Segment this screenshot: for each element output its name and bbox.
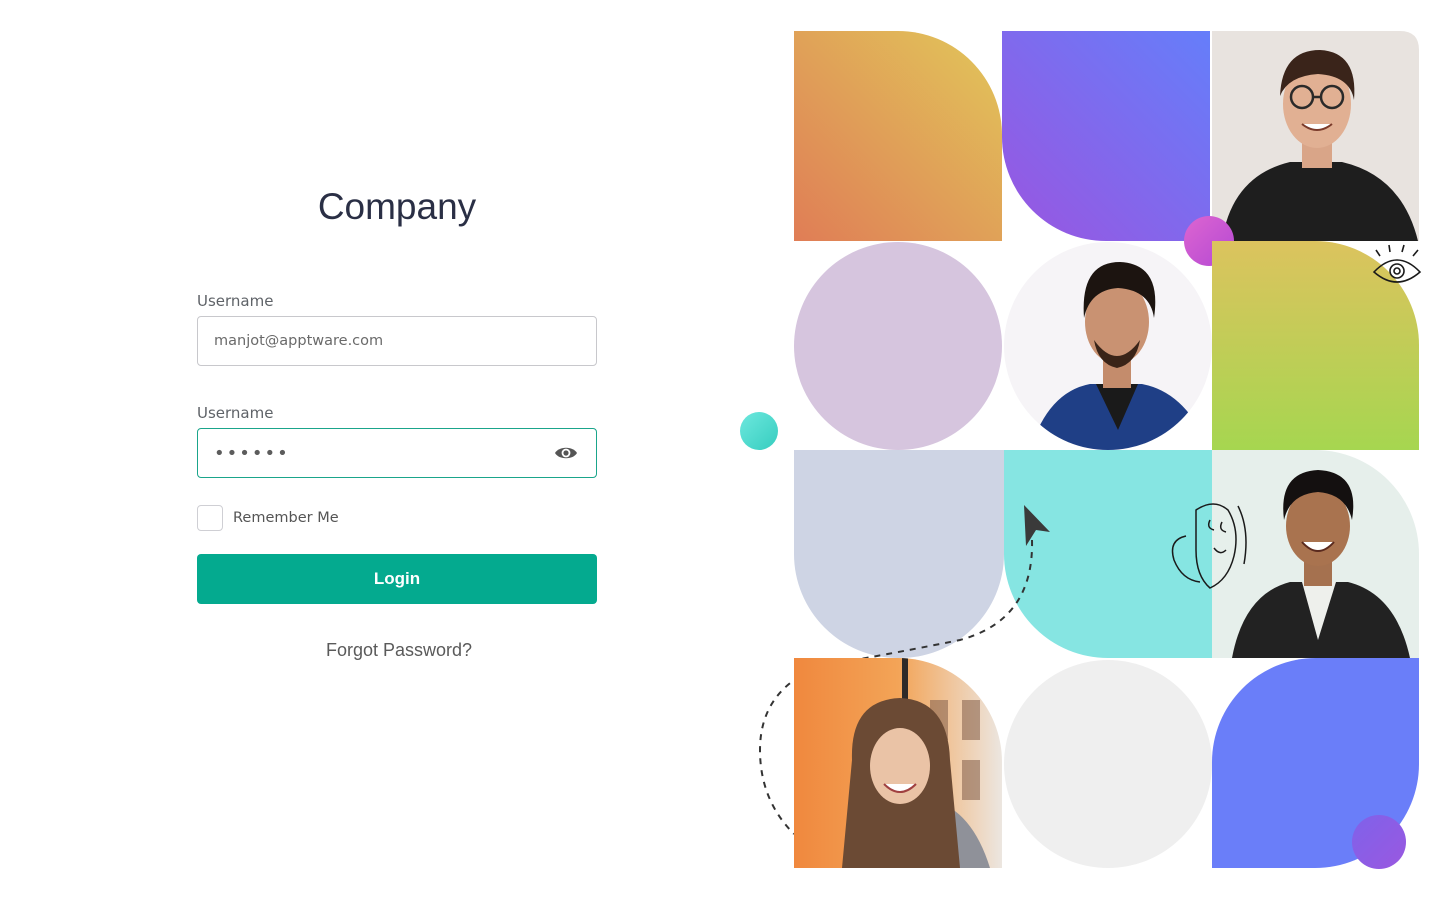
blue-quarter-tile (1212, 658, 1419, 868)
portrait-blue-blazer-man (1004, 242, 1212, 450)
username-field-wrapper (197, 316, 597, 366)
eye-doodle-icon (1372, 244, 1422, 283)
login-page: Company Username Username Remember Me Lo… (0, 0, 1440, 900)
pink-dot (1184, 216, 1234, 266)
login-button[interactable]: Login (197, 554, 597, 604)
remember-me-checkbox[interactable] (197, 505, 223, 531)
lavender-circle-tile (794, 242, 1002, 450)
orange-quarter-tile (794, 31, 1002, 241)
portrait-smiling-woman (794, 658, 1002, 868)
remember-me-row: Remember Me (197, 504, 339, 532)
dashed-flight-path (758, 539, 1034, 835)
company-title: Company (317, 186, 477, 227)
light-grey-circle-tile (1004, 660, 1212, 868)
face-doodle-icon (1171, 503, 1247, 589)
forgot-password-link[interactable]: Forgot Password? (197, 640, 601, 661)
password-input[interactable] (198, 429, 534, 477)
violet-dot (1352, 815, 1406, 869)
eye-icon[interactable] (554, 444, 578, 462)
paper-plane-icon (1024, 505, 1050, 546)
lime-quarter-tile (1212, 241, 1419, 450)
cyan-drop-tile (1004, 450, 1212, 658)
username-label: Username (197, 292, 274, 310)
remember-me-label: Remember Me (233, 510, 339, 526)
portrait-glasses-man (1212, 31, 1419, 241)
password-field-wrapper (197, 428, 597, 478)
password-label: Username (197, 404, 274, 422)
teal-dot (740, 412, 778, 450)
blue-grey-drop-tile (794, 450, 1004, 659)
purple-quarter-tile (1002, 31, 1210, 241)
username-input[interactable] (198, 317, 534, 365)
portrait-smiling-young-man (1212, 450, 1419, 658)
